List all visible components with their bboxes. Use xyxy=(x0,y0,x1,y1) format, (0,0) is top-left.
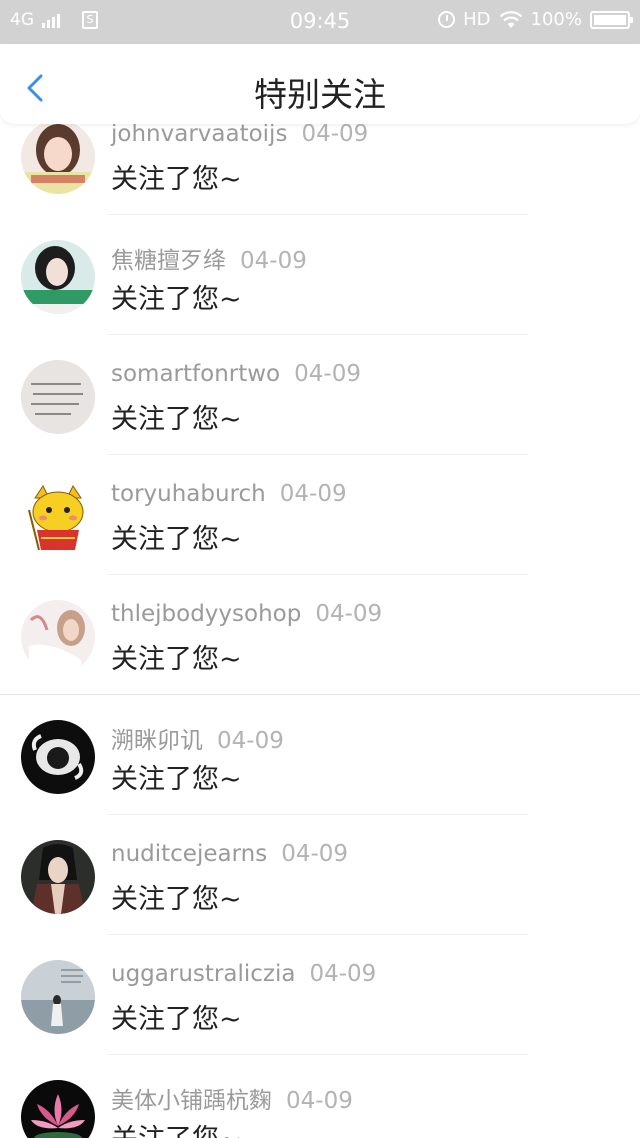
avatar[interactable] xyxy=(21,720,95,794)
avatar[interactable] xyxy=(21,1080,95,1138)
item-message: 关注了您~ xyxy=(111,644,242,675)
username[interactable]: uggarustraliczia xyxy=(111,961,295,987)
list-item[interactable]: 焦糖擅歹绛 04-09 关注了您~ xyxy=(0,215,640,335)
item-meta: 美体小铺踽杭麴 04-09 xyxy=(111,1081,353,1115)
avatar[interactable] xyxy=(21,240,95,314)
item-date: 04-09 xyxy=(309,961,377,987)
nav-bar: 特别关注 xyxy=(0,44,640,124)
item-date: 04-09 xyxy=(286,1088,353,1114)
item-date: 04-09 xyxy=(315,601,383,627)
list-item[interactable]: nuditcejearns 04-09 关注了您~ xyxy=(0,815,640,935)
avatar[interactable] xyxy=(21,360,95,434)
battery-percent: 100% xyxy=(530,9,582,30)
item-message: 关注了您~ xyxy=(111,284,242,315)
avatar[interactable] xyxy=(21,960,95,1034)
status-bar: 4G S 09:45 HD 100% xyxy=(0,0,640,44)
item-meta: somartfonrtwo 04-09 xyxy=(111,361,361,387)
item-date: 04-09 xyxy=(301,121,369,147)
hd-indicator: HD xyxy=(463,9,491,30)
item-message: 关注了您~ xyxy=(111,884,242,915)
avatar[interactable] xyxy=(21,480,95,554)
item-date: 04-09 xyxy=(281,841,349,867)
back-button[interactable] xyxy=(16,66,56,106)
item-meta: 焦糖擅歹绛 04-09 xyxy=(111,241,307,275)
avatar[interactable] xyxy=(21,840,95,914)
item-message: 关注了您~ xyxy=(111,764,242,795)
item-date: 04-09 xyxy=(240,248,307,274)
username[interactable]: 溯眯卯讥 xyxy=(111,728,203,754)
list-item[interactable]: 美体小铺踽杭麴 04-09 关注了您~ xyxy=(0,1055,640,1138)
username[interactable]: thlejbodyysohop xyxy=(111,601,301,627)
avatar[interactable] xyxy=(21,120,95,194)
item-meta: 溯眯卯讥 04-09 xyxy=(111,721,284,755)
item-message: 关注了您~ xyxy=(111,164,242,195)
item-meta: thlejbodyysohop 04-09 xyxy=(111,601,382,627)
username[interactable]: johnvarvaatoijs xyxy=(111,121,287,147)
list-item[interactable]: uggarustraliczia 04-09 关注了您~ xyxy=(0,935,640,1055)
item-date: 04-09 xyxy=(294,361,361,387)
item-message: 关注了您~ xyxy=(111,404,242,435)
item-message: 关注了您~ xyxy=(111,1004,242,1035)
item-message: 关注了您~ xyxy=(111,524,242,555)
username[interactable]: somartfonrtwo xyxy=(111,361,280,387)
item-meta: johnvarvaatoijs 04-09 xyxy=(111,121,368,147)
status-right: HD 100% xyxy=(438,9,633,30)
list-item[interactable]: thlejbodyysohop 04-09 关注了您~ xyxy=(0,575,640,695)
username[interactable]: 美体小铺踽杭麴 xyxy=(111,1088,272,1114)
item-meta: uggarustraliczia 04-09 xyxy=(111,961,376,987)
alarm-icon xyxy=(438,11,456,28)
item-meta: nuditcejearns 04-09 xyxy=(111,841,348,867)
notification-list: johnvarvaatoijs 04-09 关注了您~ 焦糖擅歹绛 04-09 关注… xyxy=(0,95,640,1138)
username[interactable]: 焦糖擅歹绛 xyxy=(111,248,226,274)
list-item[interactable]: 溯眯卯讥 04-09 关注了您~ xyxy=(0,695,640,815)
avatar[interactable] xyxy=(21,600,95,674)
page: 4G S 09:45 HD 100% 特别关注 johnvarvaatoijs … xyxy=(0,0,640,1138)
username[interactable]: toryuhaburch xyxy=(111,481,266,507)
username[interactable]: nuditcejearns xyxy=(111,841,267,867)
page-title: 特别关注 xyxy=(254,75,386,114)
item-date: 04-09 xyxy=(217,728,284,754)
list-item[interactable]: somartfonrtwo 04-09 关注了您~ xyxy=(0,335,640,455)
wifi-icon xyxy=(499,10,523,29)
item-date: 04-09 xyxy=(279,481,347,507)
chevron-left-icon xyxy=(27,74,43,102)
list-item[interactable]: toryuhaburch 04-09 关注了您~ xyxy=(0,455,640,575)
battery-icon xyxy=(590,10,633,29)
item-meta: toryuhaburch 04-09 xyxy=(111,481,347,507)
item-message: 关注了您~ xyxy=(111,1117,242,1138)
